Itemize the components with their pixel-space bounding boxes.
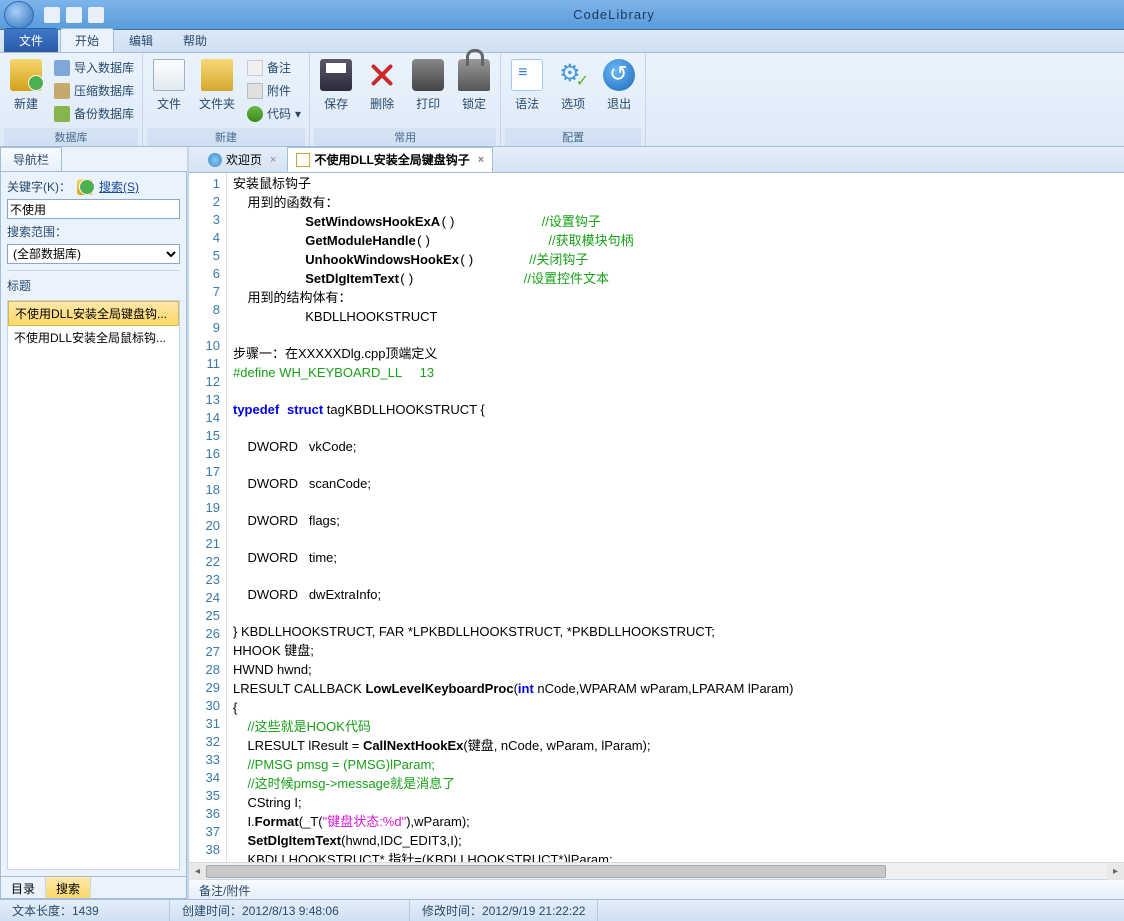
lock-icon (458, 59, 490, 91)
qat-new-icon[interactable] (44, 7, 60, 23)
attach-button[interactable]: 附件 (243, 80, 305, 101)
new-database-button[interactable]: 新建 (4, 55, 48, 116)
code-button[interactable]: 代码 ▾ (243, 103, 305, 124)
scroll-right-arrow[interactable]: ▸ (1107, 863, 1124, 880)
ribbon-group-database: 新建 导入数据库 压缩数据库 备份数据库 数据库 (0, 53, 143, 146)
close-icon[interactable]: × (478, 154, 484, 166)
keyword-input[interactable] (7, 199, 180, 219)
editor-tab-welcome[interactable]: 欢迎页 × (199, 147, 285, 172)
options-button[interactable]: 选项 (551, 55, 595, 116)
ribbon-group-config: 语法 选项 退出 配置 (501, 53, 646, 146)
tab-help[interactable]: 帮助 (168, 28, 222, 52)
file-menu[interactable]: 文件 (4, 28, 58, 52)
database-icon (10, 59, 42, 91)
print-button[interactable]: 打印 (406, 55, 450, 116)
scope-label: 搜索范围： (7, 223, 180, 240)
scroll-left-arrow[interactable]: ◂ (189, 863, 206, 880)
document-icon (296, 153, 310, 167)
syntax-button[interactable]: 语法 (505, 55, 549, 116)
tab-start[interactable]: 开始 (60, 28, 114, 52)
app-menu-orb[interactable] (4, 1, 34, 29)
save-icon (320, 59, 352, 91)
ribbon-tabs: 文件 开始 编辑 帮助 (0, 30, 1124, 53)
print-icon (412, 59, 444, 91)
backup-icon (54, 106, 70, 122)
list-item[interactable]: 不使用DLL安装全局鼠标钩... (8, 326, 179, 349)
attachment-icon (247, 83, 263, 99)
file-icon (153, 59, 185, 91)
qat-refresh-icon[interactable] (88, 7, 104, 23)
search-link[interactable]: 搜索(S) (99, 178, 139, 195)
note-button[interactable]: 备注 (243, 57, 305, 78)
window-title: CodeLibrary (104, 7, 1124, 22)
code-editor[interactable]: 1234567891011121314151617181920212223242… (189, 173, 1124, 862)
editor-footer[interactable]: 备注/附件 (189, 879, 1124, 899)
compress-icon (54, 83, 70, 99)
keyword-label: 关键字(K)： (7, 178, 71, 195)
status-created: 创建时间：2012/8/13 9:48:06 (170, 900, 410, 921)
exit-icon (603, 59, 635, 91)
editor-panel: 欢迎页 × 不使用DLL安装全局键盘钩子 × 12345678910111213… (187, 147, 1124, 899)
code-content[interactable]: 安装鼠标钩子 用到的函数有： SetWindowsHookExA() //设置钩… (227, 173, 1124, 862)
syntax-icon (511, 59, 543, 91)
tab-directory[interactable]: 目录 (1, 877, 46, 898)
note-icon (247, 60, 263, 76)
save-button[interactable]: 保存 (314, 55, 358, 116)
ribbon: 新建 导入数据库 压缩数据库 备份数据库 数据库 文件 文件夹 备注 附件 代码… (0, 53, 1124, 147)
import-icon (54, 60, 70, 76)
code-icon (247, 106, 263, 122)
search-results-list[interactable]: 不使用DLL安装全局键盘钩... 不使用DLL安装全局鼠标钩... (7, 300, 180, 870)
tab-search[interactable]: 搜索 (46, 877, 91, 898)
folder-icon (201, 59, 233, 91)
tab-edit[interactable]: 编辑 (114, 28, 168, 52)
ribbon-group-new: 文件 文件夹 备注 附件 代码 ▾ 新建 (143, 53, 310, 146)
new-folder-button[interactable]: 文件夹 (193, 55, 241, 116)
scroll-thumb[interactable] (206, 865, 886, 878)
list-item[interactable]: 不使用DLL安装全局键盘钩... (8, 301, 179, 326)
qat-save-icon[interactable] (66, 7, 82, 23)
exit-button[interactable]: 退出 (597, 55, 641, 116)
horizontal-scrollbar[interactable]: ◂ ▸ (189, 862, 1124, 879)
line-gutter: 1234567891011121314151617181920212223242… (189, 173, 227, 862)
nav-bottom-tabs: 目录 搜索 (0, 877, 187, 899)
main-area: 导航栏 关键字(K)： 搜索(S) 搜索范围： (全部数据库) 标题 不使用DL… (0, 147, 1124, 899)
delete-icon (366, 59, 398, 91)
status-bar: 文本长度：1439 创建时间：2012/8/13 9:48:06 修改时间：20… (0, 899, 1124, 921)
lock-button[interactable]: 锁定 (452, 55, 496, 116)
quick-access-toolbar (44, 7, 104, 23)
search-scope-icon[interactable] (77, 179, 93, 195)
status-length: 文本长度：1439 (0, 900, 170, 921)
new-file-button[interactable]: 文件 (147, 55, 191, 116)
close-icon[interactable]: × (270, 154, 276, 166)
backup-db-button[interactable]: 备份数据库 (50, 103, 138, 124)
scope-select[interactable]: (全部数据库) (7, 244, 180, 264)
status-modified: 修改时间：2012/9/19 21:22:22 (410, 900, 598, 921)
ribbon-group-common: 保存 删除 打印 锁定 常用 (310, 53, 501, 146)
delete-button[interactable]: 删除 (360, 55, 404, 116)
import-db-button[interactable]: 导入数据库 (50, 57, 138, 78)
title-bar: CodeLibrary (0, 0, 1124, 30)
options-icon (557, 59, 589, 91)
navigation-panel: 导航栏 关键字(K)： 搜索(S) 搜索范围： (全部数据库) 标题 不使用DL… (0, 147, 187, 899)
welcome-icon (208, 153, 222, 167)
title-header: 标题 (7, 277, 180, 294)
editor-tabs: 欢迎页 × 不使用DLL安装全局键盘钩子 × (189, 147, 1124, 173)
nav-panel-tab: 导航栏 (0, 147, 187, 171)
editor-tab-document[interactable]: 不使用DLL安装全局键盘钩子 × (287, 147, 493, 172)
compress-db-button[interactable]: 压缩数据库 (50, 80, 138, 101)
